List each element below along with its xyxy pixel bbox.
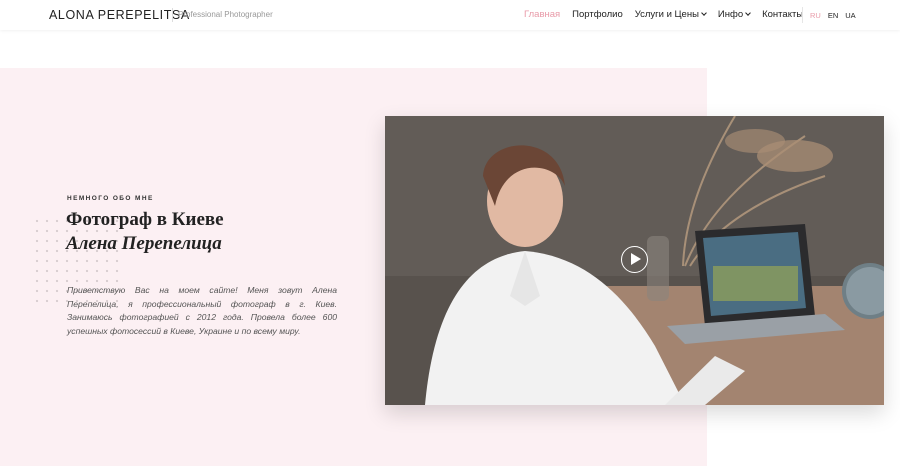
language-divider — [802, 7, 803, 23]
lang-ua[interactable]: UA — [845, 11, 855, 20]
language-switcher: RU EN UA — [810, 11, 863, 20]
nav-item-label: Инфо — [717, 9, 744, 20]
site-tagline: Professional Photographer — [178, 10, 273, 19]
chevron-down-icon — [701, 10, 707, 16]
site-header: ALONA PEREPELITSA Professional Photograp… — [0, 0, 900, 30]
nav-item-home[interactable]: Главная — [524, 9, 560, 20]
site-logo[interactable]: ALONA PEREPELITSA — [49, 8, 190, 22]
nav-item-label: Главная — [524, 9, 561, 20]
nav-item-services[interactable]: Услуги и Цены — [634, 9, 707, 20]
nav-item-info[interactable]: Инфо — [717, 9, 751, 20]
nav-item-portfolio[interactable]: Портфолио — [572, 9, 623, 20]
section-eyebrow: НЕМНОГО ОБО МНЕ — [67, 195, 154, 202]
logo-divider — [172, 8, 173, 22]
nav-item-label: Услуги и Цены — [634, 9, 699, 20]
nav-item-label: Контакты — [762, 9, 804, 20]
chevron-down-icon — [745, 10, 751, 16]
nav-item-contacts[interactable]: Контакты — [762, 9, 803, 20]
main-nav: Главная Портфолио Услуги и Цены Инфо Кон… — [524, 9, 815, 20]
nav-item-label: Портфолио — [572, 9, 623, 20]
page-subtitle-name: Алена Перепелица — [66, 233, 222, 254]
lang-en[interactable]: EN — [828, 11, 838, 20]
intro-paragraph: Приветствую Вас на моем сайте! Меня зову… — [67, 285, 337, 336]
play-icon[interactable] — [621, 246, 648, 273]
lang-ru[interactable]: RU — [810, 11, 821, 20]
page-title: Фотограф в Киеве — [66, 209, 224, 230]
